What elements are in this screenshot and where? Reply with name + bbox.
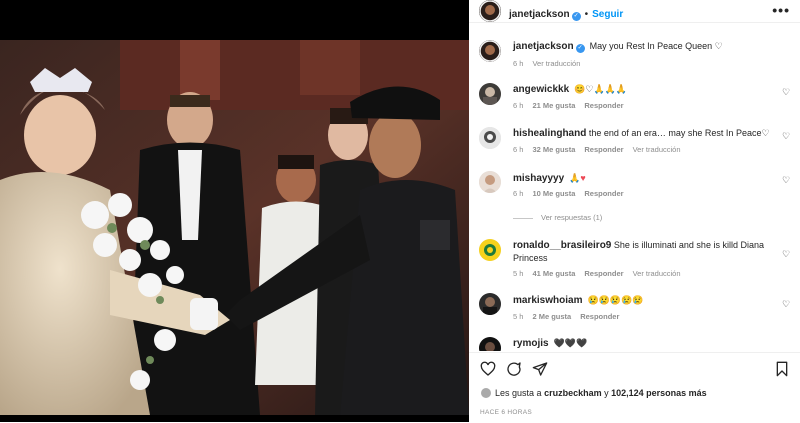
comment: mishayyyy 🙏♥ 6 h 10 Me gusta Responder ♡ V… [469, 168, 800, 228]
caption-time[interactable]: 6 h [513, 59, 523, 68]
comment-username[interactable]: angewickkk [513, 84, 569, 95]
reply-button[interactable]: Responder [584, 145, 623, 154]
comment-likes-count[interactable]: 41 Me gusta [532, 269, 575, 278]
likes-summary: Les gusta a cruzbeckham y 102,124 person… [481, 388, 707, 398]
reply-button[interactable]: Responder [584, 101, 623, 110]
verified-icon: ✓ [575, 44, 585, 53]
more-options-icon[interactable]: ••• [772, 2, 790, 18]
caption-translate[interactable]: Ver traducción [532, 59, 580, 68]
comment-time[interactable]: 6 h [513, 189, 523, 198]
comment: hishealinghand the end of an era… may sh… [469, 124, 800, 160]
like-comment-heart-icon[interactable]: ♡ [782, 132, 790, 141]
comment-avatar[interactable] [479, 171, 501, 193]
comment-avatar[interactable] [479, 293, 501, 315]
comment: markiswhoiam 😢😢😢😢😢 5 h 2 Me gusta Responde… [469, 292, 800, 328]
comment-text: 🙏♥ [569, 173, 586, 183]
reply-label[interactable]: Responder [584, 189, 623, 198]
comment-likes[interactable]: 10 Me gusta [532, 189, 575, 198]
comment-translate[interactable]: Ver traducción [633, 145, 681, 154]
post-timestamp[interactable]: HACE 6 HORAS [480, 409, 532, 416]
likes-prefix: Les gusta a [495, 388, 542, 398]
comment: ronaldo__brasileiro9 She is illuminati a… [469, 236, 800, 284]
avatar-image-icon [479, 127, 501, 149]
caption-username[interactable]: janetjackson [513, 41, 574, 52]
comment: rymojis 🖤🖤🖤 [469, 334, 800, 351]
comment-time[interactable]: 6 h [513, 145, 523, 154]
comment-text: 🖤🖤🖤 [553, 338, 588, 348]
reply-button[interactable]: Responder [580, 312, 619, 321]
comment-avatar[interactable] [479, 127, 501, 149]
avatar-image-icon [479, 83, 501, 105]
caption: janetjackson ✓ May you Rest In Peace Quee… [469, 38, 800, 72]
reply-button[interactable]: Responder [584, 189, 623, 198]
comments-list[interactable]: janetjackson ✓ May you Rest In Peace Quee… [469, 28, 800, 351]
author-avatar[interactable] [479, 0, 501, 22]
comment-text: 😊♡🙏🙏🙏 [574, 84, 628, 94]
comment-username[interactable]: markiswhoiam [513, 295, 582, 306]
comment-likes[interactable]: 32 Me gusta [532, 145, 575, 154]
comment-username[interactable]: mishayyyy [513, 173, 564, 184]
comment-likes[interactable]: 2 Me gusta [532, 312, 571, 321]
like-comment-heart-icon[interactable]: ♡ [782, 250, 790, 259]
comment-avatar[interactable] [479, 239, 501, 261]
save-bookmark-icon[interactable] [774, 361, 790, 377]
caption-avatar[interactable] [479, 40, 501, 62]
reply-button[interactable]: Responder [584, 269, 623, 278]
view-replies-button[interactable]: Ver respuestas (1) [513, 213, 602, 222]
reply-label[interactable]: Responder [584, 269, 623, 278]
comment-username[interactable]: rymojis [513, 338, 549, 349]
comment-likes-count[interactable]: 10 Me gusta [532, 189, 575, 198]
avatar-image-icon [479, 40, 501, 62]
post-photo[interactable] [0, 40, 469, 415]
reply-label[interactable]: Responder [580, 312, 619, 321]
caption-text: May you Rest In Peace Queen ♡ [589, 41, 723, 51]
avatar-image-icon [479, 337, 501, 351]
reply-label[interactable]: Responder [584, 145, 623, 154]
view-replies-label[interactable]: Ver respuestas (1) [541, 213, 602, 222]
likes-count[interactable]: 102,124 personas más [611, 388, 707, 398]
like-comment-heart-icon[interactable]: ♡ [782, 176, 790, 185]
comment-avatar[interactable] [479, 83, 501, 105]
comment-time[interactable]: 5 h [513, 312, 523, 321]
likes-joiner: y [604, 388, 609, 398]
like-heart-icon[interactable] [480, 361, 496, 377]
comment-likes-count[interactable]: 32 Me gusta [532, 145, 575, 154]
comment-translate[interactable]: Ver traducción [633, 269, 681, 278]
reply-label[interactable]: Responder [584, 101, 623, 110]
verified-icon: ✓ [571, 12, 581, 21]
avatar-image-icon [479, 0, 501, 22]
comment-likes-count[interactable]: 2 Me gusta [532, 312, 571, 321]
post-photo-pane [0, 0, 469, 422]
author-username[interactable]: janetjackson [509, 9, 570, 20]
comment-avatar[interactable] [479, 337, 501, 351]
comment-username[interactable]: ronaldo__brasileiro9 [513, 240, 611, 251]
like-comment-heart-icon[interactable]: ♡ [782, 88, 790, 97]
comment-icon[interactable] [506, 361, 522, 377]
comment-time[interactable]: 5 h [513, 269, 523, 278]
post-actions: Les gusta a cruzbeckham y 102,124 person… [469, 352, 800, 423]
post-header: janetjackson ✓ • Seguir ••• [469, 0, 800, 23]
avatar-image-icon [479, 171, 501, 193]
follow-button[interactable]: Seguir [592, 9, 623, 20]
comment-time[interactable]: 6 h [513, 101, 523, 110]
comment-likes[interactable]: 41 Me gusta [532, 269, 575, 278]
avatar-image-icon [479, 239, 501, 261]
comment-likes[interactable]: 21 Me gusta [532, 101, 575, 110]
comment: angewickkk 😊♡🙏🙏🙏 6 h 21 Me gusta Responder… [469, 80, 800, 116]
replies-divider [513, 217, 533, 219]
liker-username[interactable]: cruzbeckham [544, 388, 602, 398]
liker-avatar[interactable] [481, 388, 491, 398]
avatar-image-icon [479, 293, 501, 315]
comment-text: 😢😢😢😢😢 [587, 295, 644, 305]
like-comment-heart-icon[interactable]: ♡ [782, 300, 790, 309]
comment-text: the end of an era… may she Rest In Peace… [588, 128, 770, 138]
post-details-panel: janetjackson ✓ • Seguir ••• janetjackson ✓ M… [469, 0, 800, 422]
separator-dot: • [584, 9, 589, 20]
comment-likes-count[interactable]: 21 Me gusta [532, 101, 575, 110]
comment-username[interactable]: hishealinghand [513, 128, 586, 139]
share-paper-plane-icon[interactable] [532, 361, 548, 377]
